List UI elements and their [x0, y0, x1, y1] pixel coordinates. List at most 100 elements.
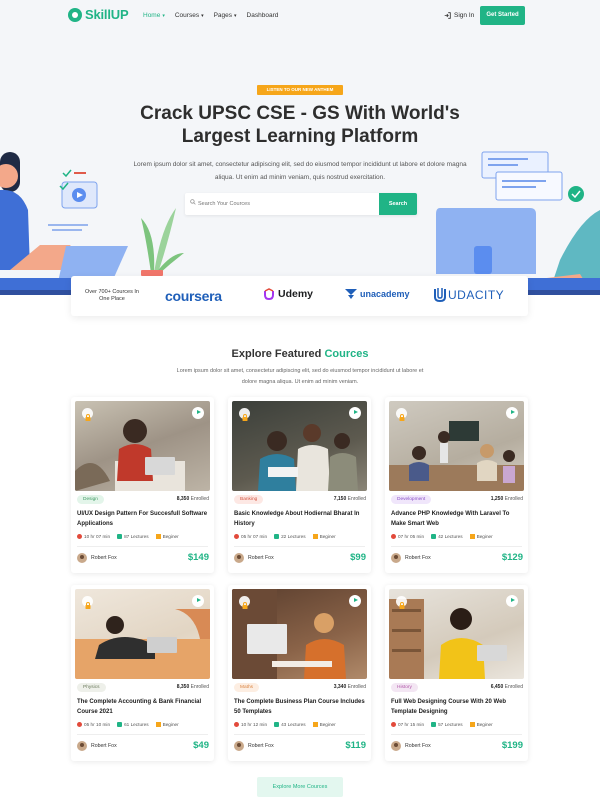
menu-item-home[interactable]: Home ▾: [143, 12, 165, 19]
lectures-text: 57 Lectures: [438, 722, 463, 727]
clock-icon: [77, 534, 82, 539]
author[interactable]: Robert Fox: [391, 553, 431, 563]
divider: [77, 734, 208, 735]
avatar: [77, 741, 87, 751]
chevron-down-icon: ▾: [201, 12, 204, 19]
duration-text: 05 hr 07 min: [241, 534, 268, 539]
play-icon[interactable]: [192, 407, 204, 419]
author[interactable]: Robert Fox: [77, 553, 117, 563]
course-title[interactable]: The Complete Accounting & Bank Financial…: [77, 697, 209, 717]
clock-icon: [77, 722, 82, 727]
chevron-down-icon: ▾: [234, 12, 237, 19]
category-badge: Development: [391, 495, 432, 504]
level-bars-icon: [469, 534, 475, 539]
play-icon[interactable]: [349, 407, 361, 419]
hero-title: Crack UPSC CSE - GS With World's Largest…: [140, 103, 460, 147]
course-card[interactable]: Banking 7,150 Enrolled Basic Knowledge A…: [228, 397, 371, 573]
course-photo: [75, 609, 210, 679]
level-bars-icon: [312, 722, 318, 727]
menu-item-dashboard[interactable]: Dashboard: [247, 12, 279, 19]
logo-text-prefix: Skill: [85, 7, 111, 22]
author-name: Robert Fox: [405, 743, 431, 749]
level-text: Beginer: [162, 722, 179, 727]
sign-in-label: Sign In: [454, 12, 475, 19]
lectures: 22 Lectures: [274, 534, 306, 539]
udemy-logo: Udemy: [263, 288, 313, 300]
level: Beginer: [469, 722, 493, 727]
duration-text: 05 hr 10 min: [84, 722, 111, 727]
play-icon[interactable]: [349, 595, 361, 607]
menu-item-pages[interactable]: Pages ▾: [214, 12, 237, 19]
level: Beginer: [312, 722, 336, 727]
course-photo: [389, 599, 507, 679]
lock-icon: [396, 596, 407, 609]
author[interactable]: Robert Fox: [234, 553, 274, 563]
lectures: 61 Lectures: [117, 722, 149, 727]
udacity-logo: UDACITY: [433, 287, 504, 303]
course-price: $129: [501, 552, 523, 563]
course-card[interactable]: Development 1,250 Enrolled Advance PHP K…: [385, 397, 528, 573]
course-title[interactable]: The Complete Business Plan Course Includ…: [234, 697, 366, 717]
lectures-text: 42 Lectures: [438, 534, 463, 539]
play-icon[interactable]: [192, 595, 204, 607]
get-started-button[interactable]: Get Started: [480, 6, 525, 25]
lectures: 42 Lectures: [431, 534, 463, 539]
sign-in-link[interactable]: Sign In: [444, 12, 474, 19]
author[interactable]: Robert Fox: [391, 741, 431, 751]
duration: 07 hr 15 min: [391, 722, 424, 727]
lectures-text: 43 Lectures: [281, 722, 306, 727]
search-icon: [190, 199, 196, 205]
search-input[interactable]: [198, 193, 378, 215]
search-button[interactable]: Search: [379, 193, 417, 215]
lectures: 57 Lectures: [431, 722, 463, 727]
unacademy-logo: unacademy: [345, 289, 410, 299]
course-card[interactable]: History 6,450 Enrolled Full Web Designin…: [385, 585, 528, 761]
duration: 05 hr 10 min: [77, 722, 110, 727]
enrolled-label: Enrolled: [347, 496, 366, 502]
anthem-badge[interactable]: LISTEN TO OUR NEW ANTHEM: [257, 85, 343, 95]
level: Beginer: [155, 722, 179, 727]
sign-in-icon: [444, 12, 451, 19]
course-card[interactable]: Physics 8,350 Enrolled The Complete Acco…: [71, 585, 214, 761]
course-card[interactable]: Design 8,350 Enrolled UI/UX Design Patte…: [71, 397, 214, 573]
play-icon[interactable]: [506, 595, 518, 607]
course-title[interactable]: Advance PHP Knowledge With Laravel To Ma…: [391, 509, 523, 529]
coursera-logo: coursera: [165, 288, 222, 304]
logo[interactable]: SkillUP: [68, 7, 129, 22]
featured-title-main: Explore Featured: [231, 348, 325, 360]
menu-item-label: Pages: [213, 12, 233, 19]
video-icon: [431, 534, 437, 539]
category-badge: Design: [77, 495, 104, 504]
hero-illustration-left: [0, 152, 135, 290]
avatar: [391, 553, 401, 563]
level: Beginer: [155, 534, 179, 539]
course-title[interactable]: UI/UX Design Pattern For Succesfull Soft…: [77, 509, 209, 529]
duration: 10 hr 07 min: [77, 534, 110, 539]
duration-text: 10 hr 12 min: [241, 722, 268, 727]
author[interactable]: Robert Fox: [77, 741, 117, 751]
menu-item-courses[interactable]: Courses ▾: [175, 12, 204, 19]
enrolled-number: 8,350: [176, 496, 190, 502]
level-text: Beginer: [319, 722, 336, 727]
author[interactable]: Robert Fox: [234, 741, 274, 751]
course-photo: [232, 589, 346, 679]
level-bars-icon: [155, 722, 161, 727]
page: SkillUP Home ▾ Courses ▾ Pages ▾ Dashboard …: [0, 0, 600, 800]
level-text: Beginer: [319, 534, 336, 539]
avatar: [391, 741, 401, 751]
course-title[interactable]: Basic Knowledge About Hodiernal Bharat I…: [234, 509, 366, 529]
category-badge: Banking: [234, 495, 264, 504]
menu-item-label: Dashboard: [246, 12, 279, 19]
enrolled-label: Enrolled: [347, 684, 366, 690]
course-meta: 07 hr 15 min 57 Lectures Beginer: [391, 722, 493, 727]
partners-bar: Over 700+ Cources In One Place coursera …: [71, 276, 528, 316]
play-icon[interactable]: [506, 407, 518, 419]
enrolled-count: 1,250 Enrolled: [491, 496, 523, 502]
course-thumbnail: [75, 401, 210, 491]
course-title[interactable]: Full Web Designing Course With 20 Web Te…: [391, 697, 523, 717]
clock-icon: [391, 722, 396, 727]
course-card[interactable]: Maths 3,340 Enrolled The Complete Busine…: [228, 585, 371, 761]
course-price: $199: [501, 740, 523, 751]
logo-text-suffix: UP: [110, 7, 129, 22]
explore-more-button[interactable]: Explore More Cources: [257, 777, 343, 797]
